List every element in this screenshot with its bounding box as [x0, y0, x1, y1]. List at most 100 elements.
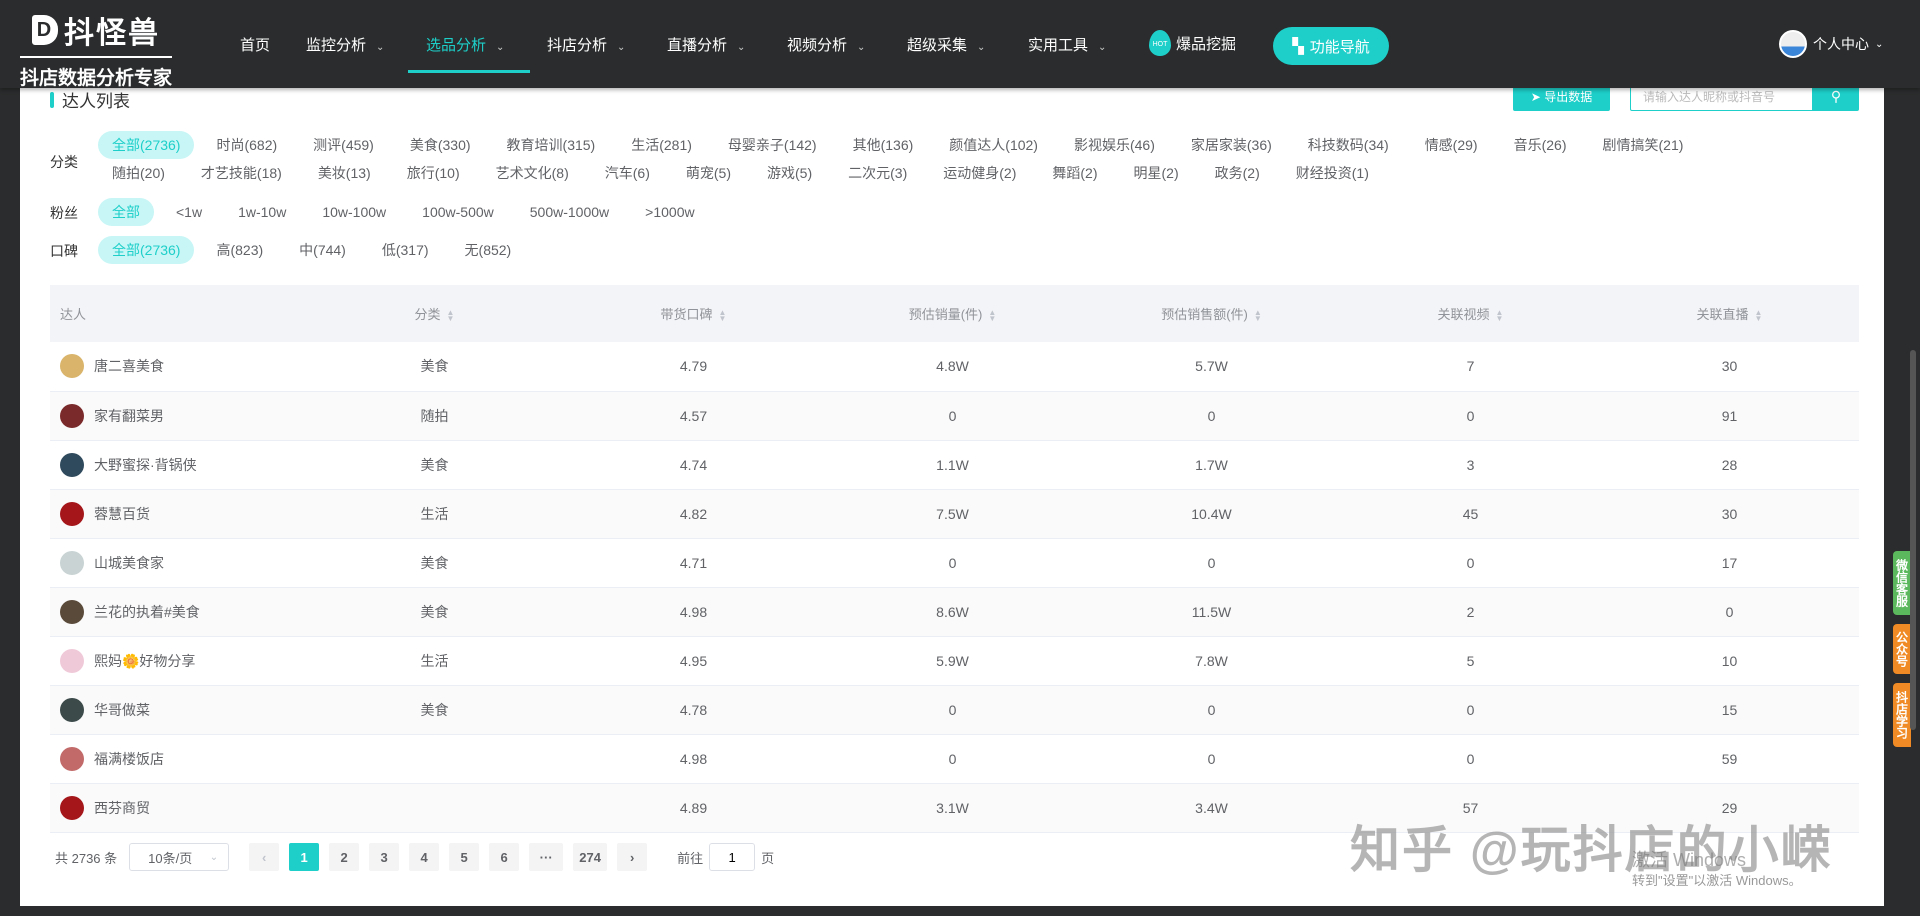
category-option[interactable]: 全部(2736) [98, 131, 195, 159]
function-nav-button[interactable]: ▚ 功能导航 [1273, 27, 1389, 65]
category-option[interactable]: 教育培训(315) [493, 131, 610, 159]
category-option[interactable]: 旅行(10) [393, 159, 474, 187]
sort-icon[interactable]: ▲ ▼ [1254, 308, 1262, 322]
influencer-cell[interactable]: 家有翻菜男 [50, 391, 305, 441]
column-header[interactable]: 关联视频 ▲ ▼ [1341, 285, 1600, 342]
influencer-cell[interactable]: 华哥做菜 [50, 685, 305, 735]
goto-page-input[interactable] [709, 843, 756, 871]
fans-option[interactable]: 1w-10w [224, 198, 300, 226]
category-option[interactable]: 明星(2) [1120, 159, 1193, 187]
fans-option[interactable]: 500w-1000w [516, 198, 623, 226]
category-option[interactable]: 母婴亲子(142) [714, 131, 831, 159]
category-option[interactable]: 运动健身(2) [929, 159, 1030, 187]
table-row[interactable]: 福满楼饭店 4.98 0 0 0 59 [50, 734, 1859, 784]
influencer-name[interactable]: 家有翻菜男 [94, 406, 164, 426]
influencer-name[interactable]: 华哥做菜 [94, 700, 150, 720]
page-button[interactable]: 2 [329, 843, 360, 871]
fans-option[interactable]: 100w-500w [408, 198, 508, 226]
side-tab[interactable]: 公众号 [1893, 624, 1911, 674]
sort-icon[interactable]: ▲ ▼ [1755, 308, 1763, 322]
page-button[interactable]: 4 [409, 843, 440, 871]
page-button[interactable]: 3 [369, 843, 400, 871]
category-option[interactable]: 游戏(5) [753, 159, 826, 187]
category-option[interactable]: 政务(2) [1201, 159, 1274, 187]
fans-option[interactable]: >1000w [631, 198, 708, 226]
table-row[interactable]: 唐二喜美食 美食 4.79 4.8W 5.7W 7 30 [50, 342, 1859, 392]
category-option[interactable]: 才艺技能(18) [187, 159, 296, 187]
category-option[interactable]: 其他(136) [839, 131, 928, 159]
table-row[interactable]: 熙妈🌼好物分享 生活 4.95 5.9W 7.8W 5 10 [50, 636, 1859, 686]
table-row[interactable]: 蓉慧百货 生活 4.82 7.5W 10.4W 45 30 [50, 489, 1859, 539]
page-button[interactable]: 1 [289, 843, 320, 871]
table-row[interactable]: 家有翻菜男 随拍 4.57 0 0 0 91 [50, 391, 1859, 441]
category-option[interactable]: 家居家装(36) [1177, 131, 1286, 159]
influencer-cell[interactable]: 大野蜜探·背锅侠 [50, 440, 305, 490]
column-header[interactable]: 带货口碑 ▲ ▼ [564, 285, 823, 342]
category-option[interactable]: 颜值达人(102) [935, 131, 1052, 159]
column-header[interactable]: 预估销量(件) ▲ ▼ [823, 285, 1082, 342]
nav-item-5[interactable]: 视频分析 ⌄ [787, 34, 865, 55]
category-option[interactable]: 音乐(26) [1500, 131, 1581, 159]
category-option[interactable]: 随拍(20) [98, 159, 179, 187]
category-option[interactable]: 科技数码(34) [1294, 131, 1403, 159]
column-header[interactable]: 预估销售额(件) ▲ ▼ [1082, 285, 1341, 342]
influencer-name[interactable]: 熙妈🌼好物分享 [94, 651, 195, 671]
reputation-option[interactable]: 高(823) [202, 236, 277, 264]
side-tab[interactable]: 微信客服 [1893, 551, 1911, 615]
influencer-name[interactable]: 唐二喜美食 [94, 356, 164, 376]
fans-option[interactable]: 全部 [98, 198, 154, 226]
influencer-cell[interactable]: 兰花的执着#美食 [50, 587, 305, 637]
influencer-cell[interactable]: 蓉慧百货 [50, 489, 305, 539]
category-option[interactable]: 情感(29) [1411, 131, 1492, 159]
scrollbar[interactable] [1910, 350, 1916, 730]
page-button[interactable]: ··· [529, 843, 564, 871]
reputation-option[interactable]: 无(852) [451, 236, 526, 264]
fans-option[interactable]: <1w [162, 198, 216, 226]
influencer-name[interactable]: 蓉慧百货 [94, 504, 150, 524]
category-option[interactable]: 生活(281) [617, 131, 706, 159]
category-option[interactable]: 二次元(3) [834, 159, 921, 187]
influencer-cell[interactable]: 西芬商贸 [50, 783, 305, 833]
influencer-name[interactable]: 山城美食家 [94, 553, 164, 573]
sort-icon[interactable]: ▲ ▼ [988, 308, 996, 322]
influencer-name[interactable]: 福满楼饭店 [94, 749, 164, 769]
table-row[interactable]: 大野蜜探·背锅侠 美食 4.74 1.1W 1.7W 3 28 [50, 440, 1859, 490]
user-center-menu[interactable]: 个人中心 ⌄ [1779, 30, 1883, 58]
table-row[interactable]: 华哥做菜 美食 4.78 0 0 0 15 [50, 685, 1859, 735]
page-button[interactable]: 6 [489, 843, 520, 871]
influencer-cell[interactable]: 福满楼饭店 [50, 734, 305, 784]
reputation-option[interactable]: 低(317) [368, 236, 443, 264]
category-option[interactable]: 测评(459) [299, 131, 388, 159]
page-button[interactable]: 274 [573, 843, 608, 871]
influencer-cell[interactable]: 山城美食家 [50, 538, 305, 588]
nav-item-7[interactable]: 实用工具 ⌄ [1028, 34, 1106, 55]
prev-page-button[interactable]: ‹ [249, 843, 280, 871]
nav-hot-products[interactable]: HOT 爆品挖掘 [1149, 30, 1236, 56]
next-page-button[interactable]: › [617, 843, 648, 871]
column-header[interactable]: 分类 ▲ ▼ [305, 285, 564, 342]
nav-item-3[interactable]: 抖店分析 ⌄ [547, 34, 625, 55]
nav-item-0[interactable]: 首页 [240, 34, 270, 55]
sort-icon[interactable]: ▲ ▼ [1496, 308, 1504, 322]
category-option[interactable]: 剧情搞笑(21) [1589, 131, 1698, 159]
column-header[interactable]: 关联直播 ▲ ▼ [1600, 285, 1859, 342]
category-option[interactable]: 舞蹈(2) [1038, 159, 1111, 187]
category-option[interactable]: 汽车(6) [591, 159, 664, 187]
influencer-cell[interactable]: 熙妈🌼好物分享 [50, 636, 305, 686]
fans-option[interactable]: 10w-100w [308, 198, 400, 226]
nav-item-4[interactable]: 直播分析 ⌄ [667, 34, 745, 55]
category-option[interactable]: 财经投资(1) [1282, 159, 1383, 187]
logo[interactable]: D 抖怪兽 抖店数据分析专家 [20, 8, 172, 90]
category-option[interactable]: 萌宠(5) [672, 159, 745, 187]
reputation-option[interactable]: 中(744) [285, 236, 360, 264]
category-option[interactable]: 美食(330) [396, 131, 485, 159]
reputation-option[interactable]: 全部(2736) [98, 236, 195, 264]
side-tab[interactable]: 抖店学习 [1893, 683, 1911, 747]
influencer-name[interactable]: 兰花的执着#美食 [94, 602, 200, 622]
page-button[interactable]: 5 [449, 843, 480, 871]
column-header[interactable]: 达人 [50, 285, 305, 342]
sort-icon[interactable]: ▲ ▼ [719, 308, 727, 322]
table-row[interactable]: 兰花的执着#美食 美食 4.98 8.6W 11.5W 2 0 [50, 587, 1859, 637]
influencer-cell[interactable]: 唐二喜美食 [50, 342, 305, 392]
influencer-name[interactable]: 西芬商贸 [94, 798, 150, 818]
